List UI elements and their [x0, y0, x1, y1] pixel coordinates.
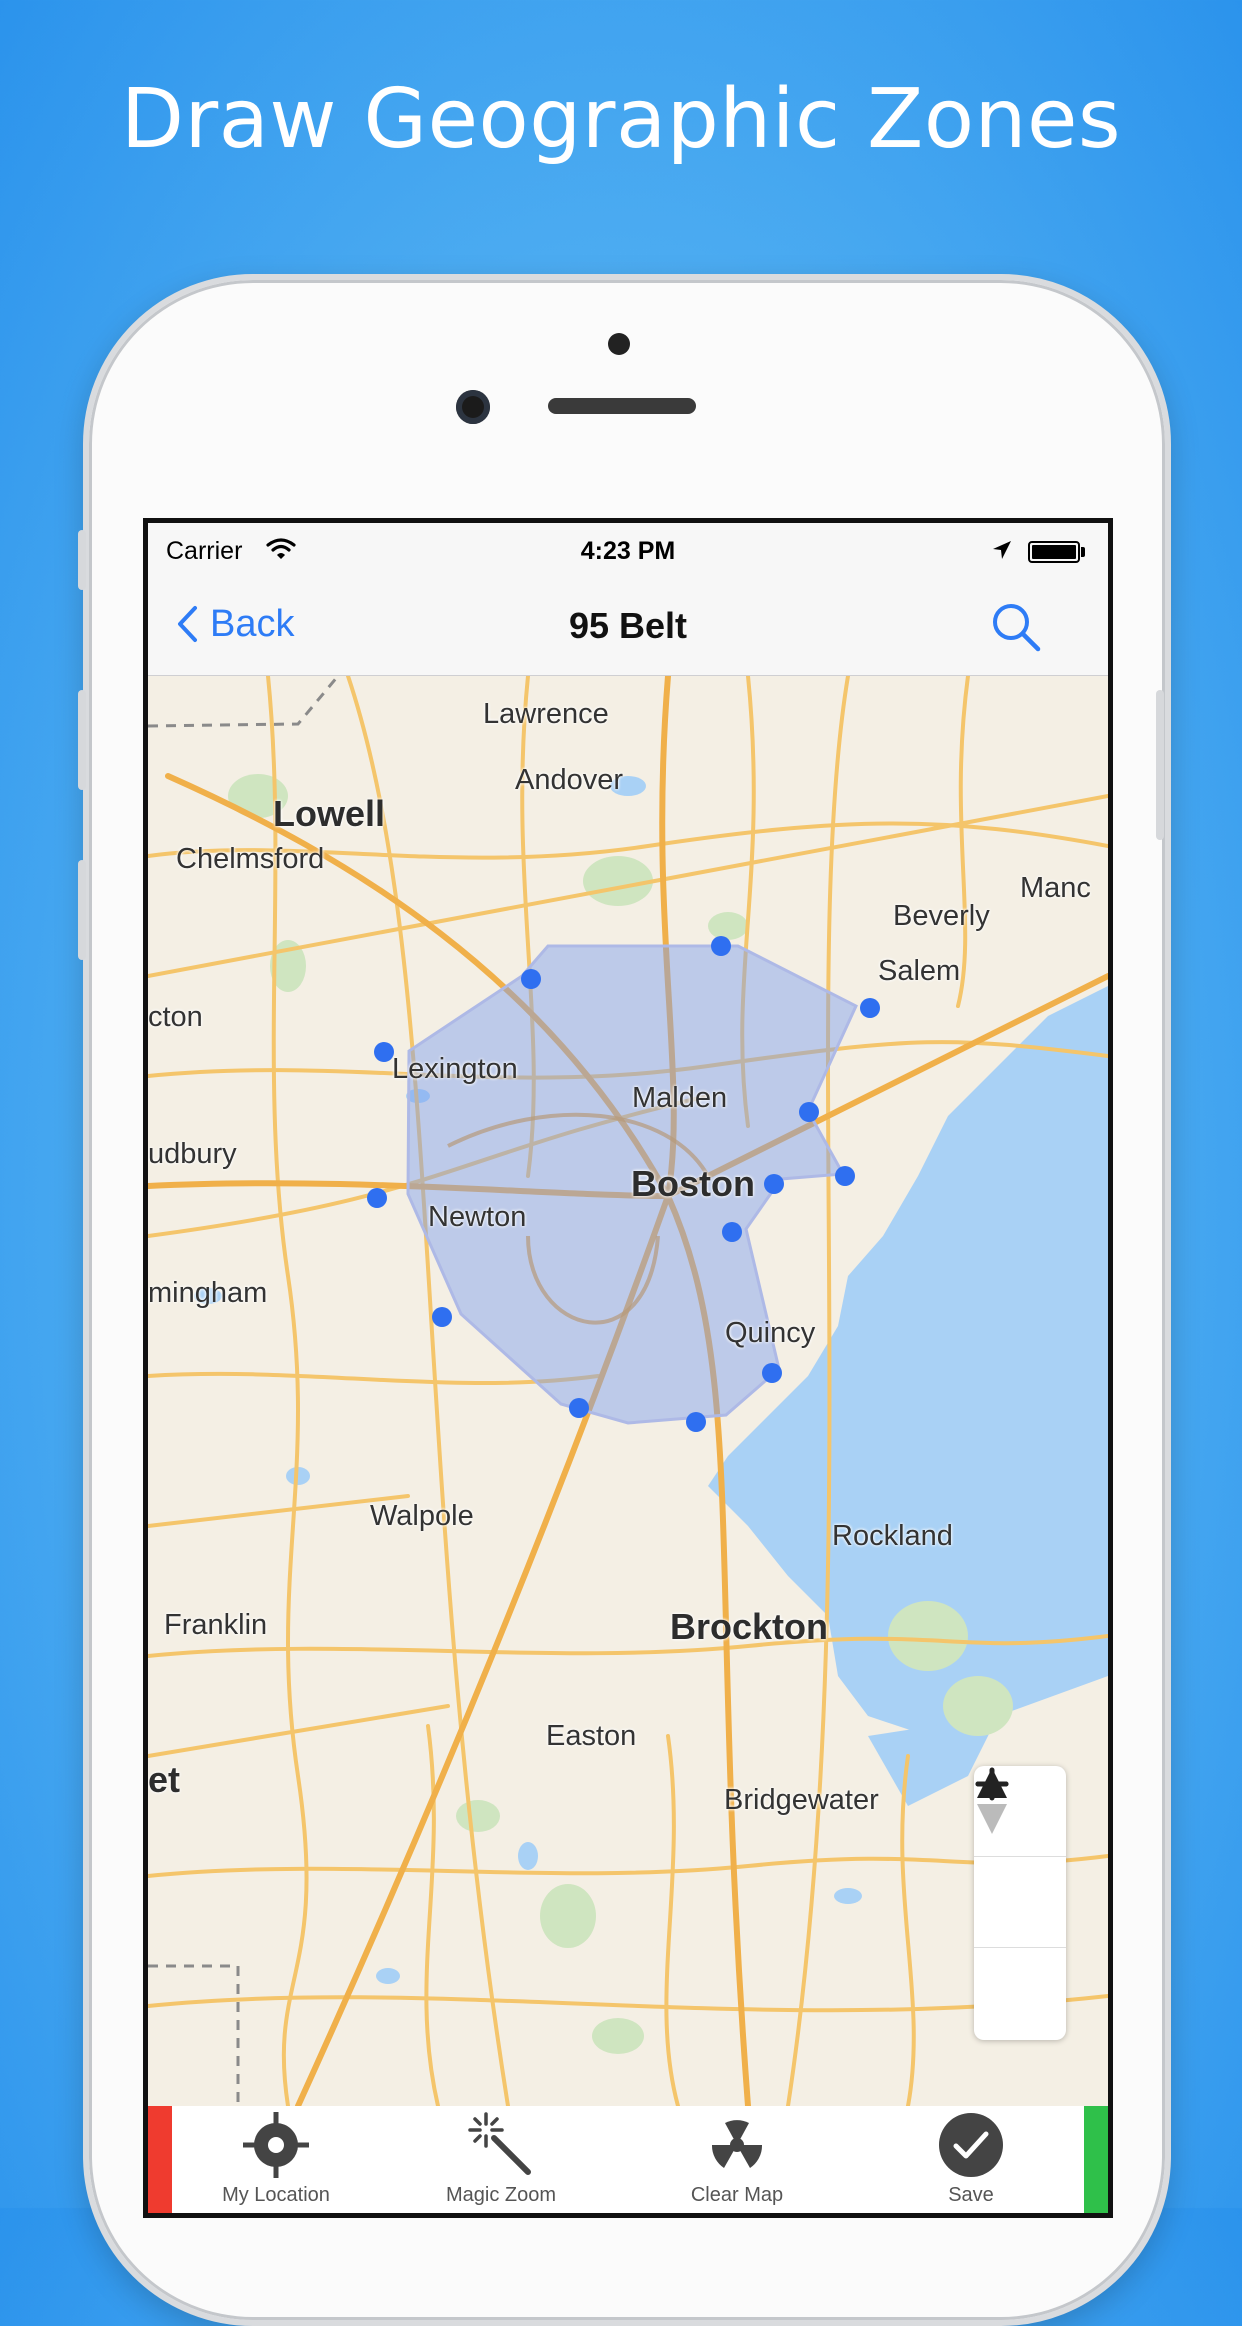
search-button[interactable] [988, 599, 1044, 660]
earpiece-speaker [548, 398, 696, 414]
zone-vertex[interactable] [569, 1398, 589, 1418]
battery-tip [1081, 547, 1085, 557]
crosshair-icon [243, 2112, 309, 2178]
magic-wand-icon [468, 2112, 531, 2175]
search-icon [993, 604, 1041, 652]
map-label-easton: Easton [546, 1720, 637, 1752]
zoom-out-button[interactable] [974, 1781, 1066, 1948]
zone-vertices [367, 936, 880, 1432]
zoom-controls [974, 1766, 1066, 2040]
zone-vertex[interactable] [521, 969, 541, 989]
radiation-icon [711, 2120, 763, 2168]
battery-icon [1028, 541, 1080, 563]
side-button-power [1156, 690, 1164, 840]
map-label-walpole: Walpole [370, 1500, 474, 1532]
zone-vertex[interactable] [764, 1174, 784, 1194]
map-label-manc: Manc [1020, 872, 1091, 904]
map-label-udbury: udbury [148, 1138, 237, 1170]
map-view[interactable]: Lawrence Andover Lowell Chelmsford Manc … [148, 676, 1108, 2106]
zone-vertex[interactable] [860, 998, 880, 1018]
map-label-newton: Newton [428, 1201, 527, 1233]
front-sensor [608, 333, 630, 355]
map-label-rockland: Rockland [832, 1520, 953, 1552]
zone-vertex[interactable] [835, 1166, 855, 1186]
navigation-bar: Back 95 Belt [148, 579, 1108, 676]
clear-map-label: Clear Map [690, 2184, 784, 2206]
checkmark-icon [939, 2113, 1003, 2177]
save-button[interactable]: Save [896, 2106, 1046, 2213]
compass-icon [977, 1768, 1007, 1834]
headline: Draw Geographic Zones [120, 72, 1122, 167]
front-camera [456, 390, 490, 424]
clear-map-button[interactable]: Clear Map [662, 2106, 812, 2213]
status-time: 4:23 PM [580, 537, 676, 565]
map-label-lowell: Lowell [273, 793, 386, 834]
compass-button[interactable] [974, 1768, 1066, 2040]
bottom-toolbar: My Location Magic Zoom Clear Map Save [148, 2106, 1108, 2213]
zone-vertex[interactable] [374, 1042, 394, 1062]
zone-vertex[interactable] [686, 1412, 706, 1432]
magic-zoom-label: Magic Zoom [445, 2184, 557, 2206]
zone-vertex[interactable] [762, 1363, 782, 1383]
map-label-malden: Malden [632, 1082, 728, 1114]
zone-vertex[interactable] [711, 936, 731, 956]
map-label-beverly: Beverly [893, 900, 990, 932]
map-label-lexington: Lexington [392, 1053, 518, 1085]
status-bar: Carrier 4:23 PM [148, 523, 1108, 579]
my-location-button[interactable]: My Location [201, 2106, 351, 2213]
side-button-mute [78, 530, 86, 590]
map-label-andover: Andover [515, 764, 624, 796]
side-button-volume-down [78, 860, 86, 960]
map-label-boston: Boston [631, 1163, 755, 1204]
map-label-quincy: Quincy [725, 1317, 816, 1349]
my-location-label: My Location [222, 2184, 330, 2206]
zone-vertex[interactable] [722, 1222, 742, 1242]
zone-vertex[interactable] [799, 1102, 819, 1122]
map-label-et: et [148, 1759, 181, 1800]
map-label-bridgewater: Bridgewater [724, 1784, 879, 1816]
zone-vertex[interactable] [432, 1307, 452, 1327]
toolbar-edge-red [148, 2106, 172, 2213]
map-label-cton: cton [148, 1001, 203, 1033]
save-label: Save [948, 2184, 994, 2206]
location-arrow-icon [991, 539, 1013, 568]
toolbar-edge-green [1084, 2106, 1108, 2213]
zone-vertex[interactable] [367, 1188, 387, 1208]
magic-zoom-button[interactable]: Magic Zoom [426, 2106, 576, 2213]
map-label-salem: Salem [878, 955, 961, 987]
map-label-lawrence: Lawrence [483, 698, 609, 730]
phone-screen: Carrier 4:23 PM Back 95 Belt Lawrence An… [143, 518, 1113, 2218]
map-label-brockton: Brockton [670, 1606, 829, 1647]
page-title: 95 Belt [568, 605, 688, 646]
map-label-franklin: Franklin [164, 1609, 268, 1641]
map-label-chelmsford: Chelmsford [176, 843, 325, 875]
side-button-volume-up [78, 690, 86, 790]
map-label-mingham: mingham [148, 1277, 268, 1309]
